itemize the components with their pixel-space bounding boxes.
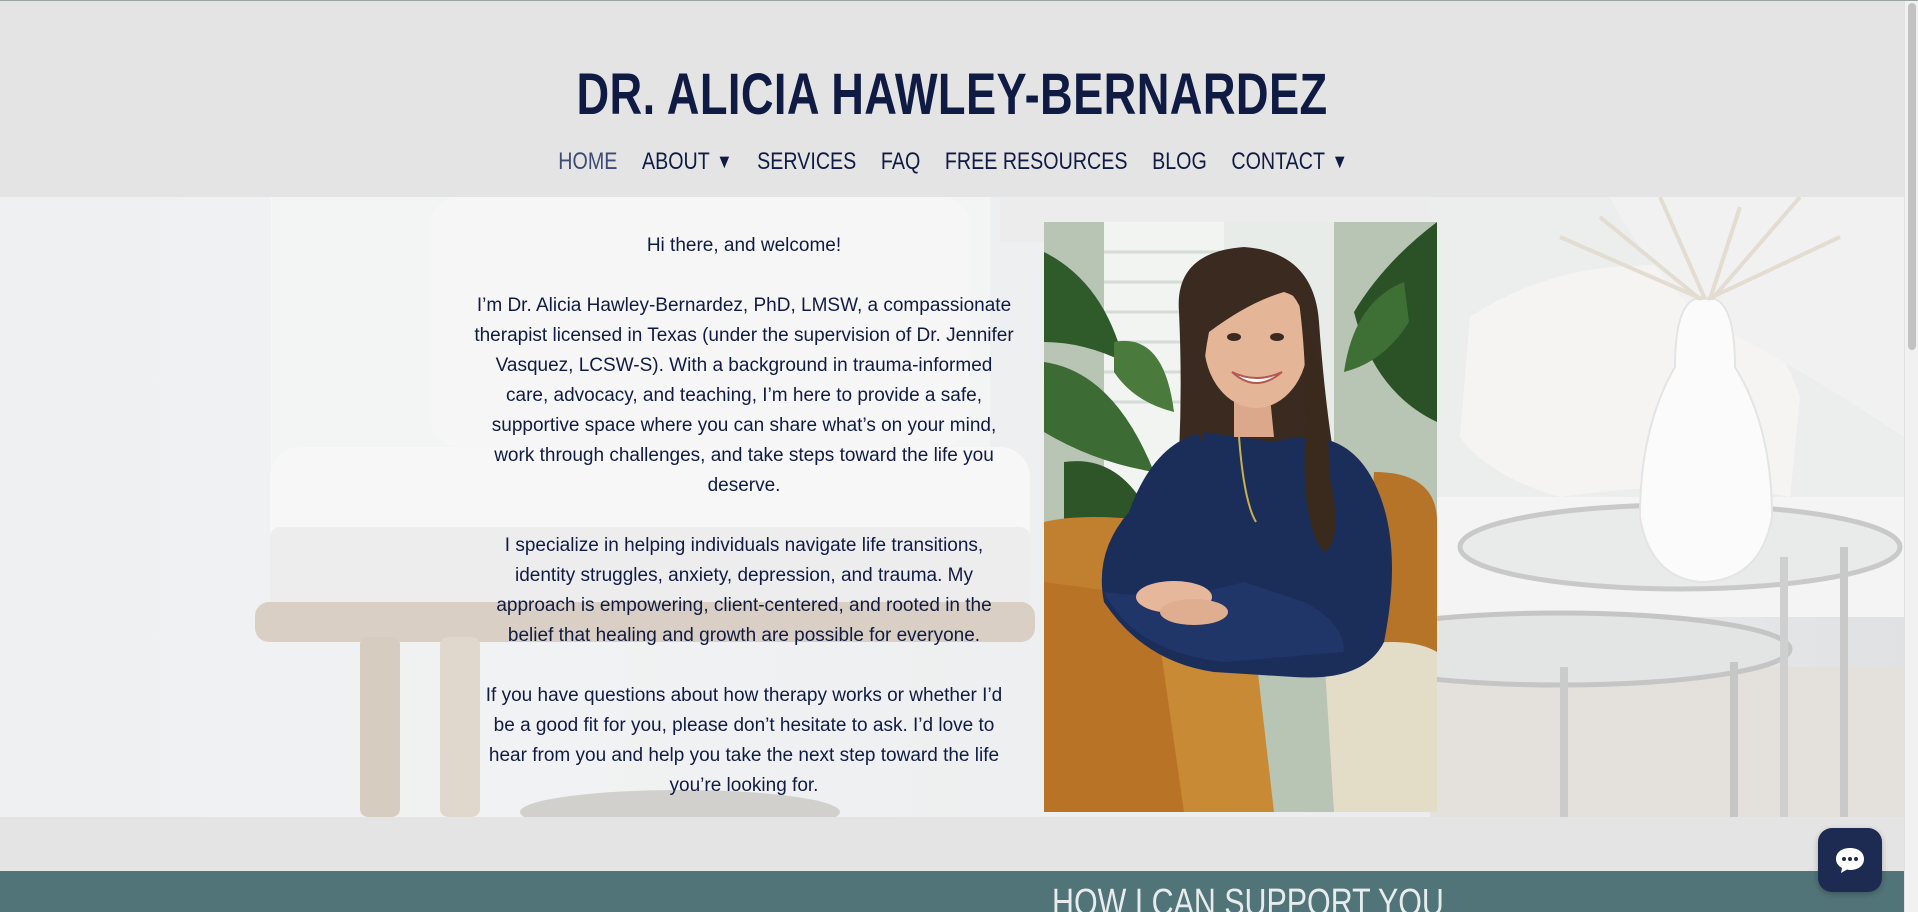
- section-spacer: [0, 817, 1904, 871]
- support-section: HOW I CAN SUPPORT YOU: [0, 871, 1904, 912]
- chat-bubble-icon: [1836, 848, 1864, 873]
- specialty-paragraph: I specialize in helping individuals navi…: [496, 535, 992, 646]
- site-title[interactable]: DR. ALICIA HAWLEY-BERNARDEZ: [209, 59, 1694, 131]
- dropdown-caret-icon: ▼: [1331, 151, 1348, 173]
- nav-item-contact[interactable]: CONTACT ▼: [1231, 147, 1347, 177]
- hero-section: Hi there, and welcome! I’m Dr. Alicia Ha…: [0, 197, 1904, 817]
- therapist-portrait-image: [1044, 222, 1437, 812]
- nav-item-label: FAQ: [880, 148, 921, 175]
- nav-item-home[interactable]: HOME: [558, 147, 617, 177]
- contact-invitation-paragraph: If you have questions about how therapy …: [485, 685, 1003, 796]
- nav-item-label: BLOG: [1152, 148, 1207, 175]
- support-section-title: HOW I CAN SUPPORT YOU: [1052, 882, 1444, 912]
- main-nav: HOME ABOUT ▼ SERVICES FAQ FREE RESOURCES…: [172, 145, 1733, 179]
- site-header: DR. ALICIA HAWLEY-BERNARDEZ HOME ABOUT ▼…: [0, 1, 1904, 197]
- page: DR. ALICIA HAWLEY-BERNARDEZ HOME ABOUT ▼…: [0, 0, 1918, 912]
- chat-button[interactable]: [1818, 828, 1882, 892]
- vertical-scrollbar[interactable]: [1904, 1, 1918, 912]
- nav-item-label: FREE RESOURCES: [944, 148, 1128, 175]
- nav-item-about[interactable]: ABOUT ▼: [642, 147, 733, 177]
- welcome-greeting: Hi there, and welcome!: [646, 235, 842, 256]
- nav-item-free-resources[interactable]: FREE RESOURCES: [945, 147, 1128, 177]
- nav-item-services[interactable]: SERVICES: [757, 147, 856, 177]
- nav-item-label: CONTACT: [1231, 148, 1326, 175]
- nav-item-label: SERVICES: [757, 148, 857, 175]
- intro-paragraph: I’m Dr. Alicia Hawley-Bernardez, PhD, LM…: [474, 295, 1014, 496]
- nav-item-faq[interactable]: FAQ: [881, 147, 920, 177]
- welcome-text: Hi there, and welcome! I’m Dr. Alicia Ha…: [474, 231, 1014, 801]
- dropdown-caret-icon: ▼: [716, 151, 733, 173]
- nav-item-label: ABOUT: [641, 148, 710, 175]
- nav-item-blog[interactable]: BLOG: [1152, 147, 1207, 177]
- nav-item-label: HOME: [558, 148, 618, 175]
- scrollbar-thumb[interactable]: [1908, 3, 1916, 350]
